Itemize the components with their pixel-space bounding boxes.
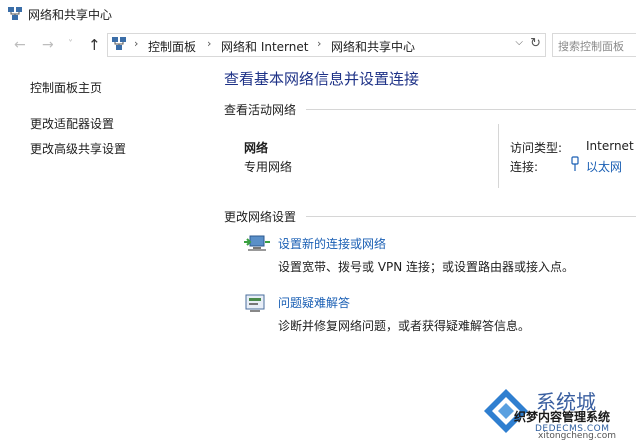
address-dropdown-chevron-icon[interactable]: ⌵ (515, 37, 523, 48)
setup-new-connection-link[interactable]: 设置新的连接或网络 (278, 235, 386, 252)
connection-label: 连接: (510, 160, 539, 174)
access-type-label: 访问类型: (510, 141, 563, 155)
refresh-icon[interactable]: ↻ (530, 36, 541, 51)
breadcrumb-separator[interactable]: › (134, 37, 138, 50)
breadcrumb-separator[interactable]: › (207, 37, 211, 50)
sidebar-item-control-panel-home[interactable]: 控制面板主页 (30, 79, 102, 96)
breadcrumb-separator[interactable]: › (317, 37, 321, 50)
breadcrumb-network-internet[interactable]: 网络和 Internet (221, 38, 308, 55)
address-bar[interactable]: › 控制面板 › 网络和 Internet › 网络和共享中心 ⌵ ↻ (107, 33, 546, 57)
ethernet-icon (570, 156, 580, 175)
network-info-divider (498, 124, 499, 188)
active-networks-heading: 查看活动网络 (224, 103, 297, 117)
ethernet-connection-link[interactable]: 以太网 (586, 158, 622, 175)
recent-locations-chevron-icon[interactable]: ˅ (68, 37, 73, 53)
troubleshoot-icon (244, 293, 268, 318)
troubleshoot-problems-link[interactable]: 问题疑难解答 (278, 294, 350, 311)
section-divider (306, 216, 636, 217)
change-network-settings-heading: 更改网络设置 (224, 210, 297, 224)
back-arrow-icon[interactable]: ← (14, 37, 26, 53)
setup-new-connection-description: 设置宽带、拨号或 VPN 连接；或设置路由器或接入点。 (278, 260, 575, 274)
sidebar-item-change-advanced-sharing[interactable]: 更改高级共享设置 (30, 140, 126, 157)
window-title: 网络和共享中心 (28, 8, 113, 22)
page-title: 查看基本网络信息并设置连接 (224, 70, 420, 88)
watermark-text: 织梦内容管理系统 (514, 410, 611, 424)
troubleshoot-problems-description: 诊断并修复网络问题，或者获得疑难解答信息。 (278, 319, 531, 333)
network-center-icon (8, 7, 22, 24)
sidebar-item-change-adapter-settings[interactable]: 更改适配器设置 (30, 115, 114, 132)
address-row: ← → ˅ ↑ › 控制面板 › 网络和 Internet › 网络和共享中心 … (0, 30, 636, 62)
watermark-url: xitongcheng.com (538, 431, 616, 441)
new-connection-icon (244, 233, 270, 258)
search-input[interactable] (556, 36, 636, 56)
title-bar: 网络和共享中心 (0, 0, 636, 28)
breadcrumb-network-sharing-center[interactable]: 网络和共享中心 (331, 38, 415, 55)
network-name: 网络 (244, 141, 269, 155)
up-arrow-icon[interactable]: ↑ (88, 37, 101, 53)
breadcrumb-control-panel[interactable]: 控制面板 (148, 38, 196, 55)
forward-arrow-icon[interactable]: → (42, 37, 54, 53)
section-divider (306, 109, 636, 110)
access-type-value: Internet (586, 139, 634, 153)
control-panel-location-icon (112, 37, 126, 54)
network-category: 专用网络 (244, 160, 293, 174)
search-box[interactable] (552, 33, 636, 57)
